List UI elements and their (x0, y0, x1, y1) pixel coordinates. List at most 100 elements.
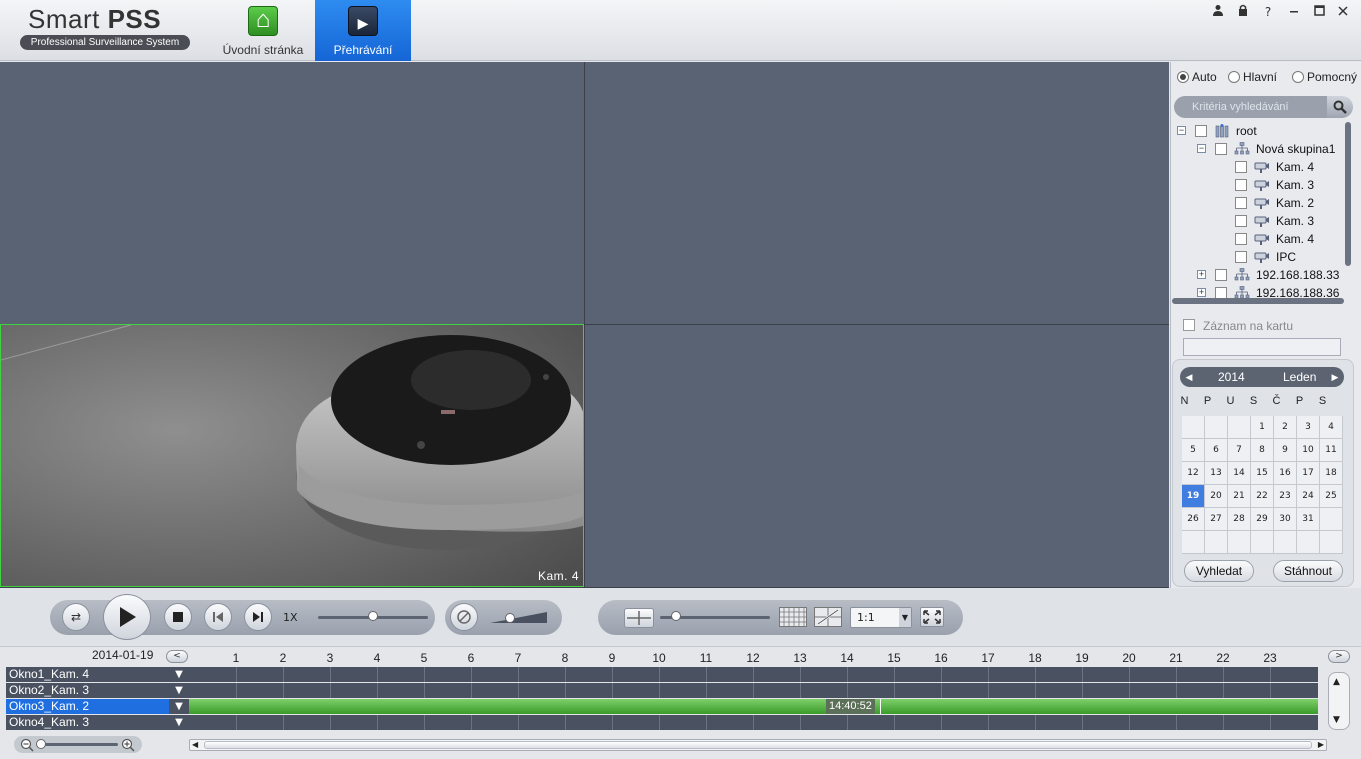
timeline-cursor[interactable] (880, 699, 881, 714)
tree-node[interactable]: +192.168.188.33 (1172, 266, 1344, 284)
tree-node[interactable]: +192.168.188.36 (1172, 284, 1344, 298)
next-month-icon[interactable]: ▶ (1328, 367, 1342, 387)
calendar-day[interactable]: 24 (1297, 485, 1320, 508)
calendar-day[interactable]: 3 (1297, 416, 1320, 439)
volume-slider[interactable] (490, 610, 548, 627)
play-button[interactable] (103, 594, 151, 640)
maximize-icon[interactable] (1308, 4, 1330, 20)
zoom-out-icon[interactable] (20, 738, 34, 755)
sync-play-icon[interactable]: ⇄ (62, 603, 90, 631)
timeline-track[interactable] (189, 715, 1318, 730)
video-pane-4[interactable] (585, 325, 1169, 587)
timeline-prev-icon[interactable]: < (166, 650, 188, 663)
minimize-icon[interactable] (1283, 4, 1305, 20)
calendar-day[interactable]: 15 (1251, 462, 1274, 485)
tree-horizontal-scrollbar[interactable] (1172, 298, 1344, 304)
tree-checkbox[interactable] (1235, 161, 1247, 173)
calendar-day[interactable]: 8 (1251, 439, 1274, 462)
chevron-down-icon[interactable]: ▼ (169, 699, 189, 714)
speed-slider-knob[interactable] (368, 611, 378, 621)
calendar-day[interactable]: 14 (1228, 462, 1251, 485)
stream-auto-radio[interactable]: Auto (1177, 70, 1217, 84)
calendar-day[interactable]: 27 (1205, 508, 1228, 531)
chevron-down-icon[interactable]: ▼ (169, 667, 189, 682)
calendar-day[interactable]: 9 (1274, 439, 1297, 462)
timeline-channel-label[interactable]: Okno1_Kam. 4 (6, 667, 169, 682)
calendar-day[interactable]: 29 (1251, 508, 1274, 531)
chevron-down-icon[interactable]: ▼ (169, 683, 189, 698)
timeline-zoom-knob[interactable] (36, 739, 46, 749)
grid-layout-icon[interactable] (779, 607, 807, 630)
step-forward-icon[interactable] (244, 603, 272, 631)
timeline-vertical-scrollbar[interactable]: ▲ ▼ (1328, 672, 1350, 730)
step-back-icon[interactable] (204, 603, 232, 631)
calendar-day[interactable]: 12 (1182, 462, 1205, 485)
recording-bar[interactable] (189, 699, 1318, 714)
calendar-day[interactable]: 26 (1182, 508, 1205, 531)
calendar-day[interactable]: 1 (1251, 416, 1274, 439)
calendar-day[interactable]: 21 (1228, 485, 1251, 508)
mute-icon[interactable] (450, 603, 478, 631)
prev-month-icon[interactable]: ◀ (1182, 367, 1196, 387)
tab-home[interactable]: Úvodní stránka (215, 0, 311, 61)
tree-checkbox[interactable] (1235, 179, 1247, 191)
tree-node[interactable]: Kam. 4 (1172, 158, 1344, 176)
calendar-day[interactable]: 17 (1297, 462, 1320, 485)
calendar-day[interactable]: 11 (1320, 439, 1343, 462)
tree-node[interactable]: − Nová skupina1 (1172, 140, 1344, 158)
user-icon[interactable] (1207, 4, 1229, 20)
scroll-right-icon[interactable]: ▶ (1318, 740, 1324, 750)
aspect-ratio-select[interactable]: 1:1 ▼ (850, 607, 912, 628)
tree-checkbox[interactable] (1235, 215, 1247, 227)
device-tree[interactable]: − root − Nová skupina1 Kam. 4 Kam. 3 Kam. 2 Kam… (1172, 122, 1344, 298)
collapse-icon[interactable]: − (1177, 126, 1186, 135)
search-icon[interactable] (1327, 96, 1353, 118)
tree-node[interactable]: Kam. 3 (1172, 176, 1344, 194)
tree-checkbox[interactable] (1235, 233, 1247, 245)
timeline-next-icon[interactable]: > (1328, 650, 1350, 663)
tree-vertical-scrollbar[interactable] (1345, 122, 1351, 266)
chevron-down-icon[interactable]: ▼ (169, 715, 189, 730)
help-icon[interactable]: ? (1257, 4, 1279, 20)
timeline-track[interactable] (189, 683, 1318, 698)
tree-node[interactable]: Kam. 3 (1172, 212, 1344, 230)
tree-checkbox[interactable] (1235, 251, 1247, 263)
volume-knob[interactable] (505, 613, 515, 623)
calendar-day[interactable]: 4 (1320, 416, 1343, 439)
timeline-track[interactable] (189, 667, 1318, 682)
fullscreen-icon[interactable] (920, 607, 944, 627)
collapse-icon[interactable]: − (1197, 144, 1206, 153)
zoom-in-icon[interactable] (121, 738, 135, 755)
calendar-day[interactable]: 10 (1297, 439, 1320, 462)
custom-layout-icon[interactable] (814, 607, 842, 630)
download-button[interactable]: Stáhnout (1273, 560, 1343, 582)
calendar-day[interactable]: 5 (1182, 439, 1205, 462)
timeline-zoom-slider[interactable] (38, 743, 118, 746)
tab-playback[interactable]: Přehrávání (315, 0, 411, 61)
lock-icon[interactable] (1232, 4, 1254, 20)
stream-main-radio[interactable]: Hlavní (1228, 70, 1277, 84)
close-icon[interactable] (1332, 4, 1354, 20)
calendar-day[interactable]: 20 (1205, 485, 1228, 508)
timeline-channel-label[interactable]: Okno2_Kam. 3 (6, 683, 169, 698)
scroll-up-icon[interactable]: ▲ (1333, 677, 1340, 687)
calendar-day[interactable]: 7 (1228, 439, 1251, 462)
scroll-thumb[interactable] (204, 741, 1312, 749)
expand-icon[interactable]: + (1197, 288, 1206, 297)
timeline-channel-label[interactable]: Okno4_Kam. 3 (6, 715, 169, 730)
stop-icon[interactable] (164, 603, 192, 631)
calendar-day[interactable]: 16 (1274, 462, 1297, 485)
calendar-day[interactable]: 23 (1274, 485, 1297, 508)
tree-checkbox[interactable] (1235, 197, 1247, 209)
calendar-day[interactable]: 6 (1205, 439, 1228, 462)
calendar-day[interactable]: 31 (1297, 508, 1320, 531)
video-pane-1[interactable] (0, 62, 584, 324)
tree-node[interactable]: IPC (1172, 248, 1344, 266)
video-pane-3[interactable]: Kam. 4 (0, 324, 584, 587)
tree-node[interactable]: − root (1172, 122, 1344, 140)
calendar-day[interactable]: 2 (1274, 416, 1297, 439)
timeline-channel-label[interactable]: Okno3_Kam. 2 (6, 699, 169, 714)
card-input-field[interactable] (1183, 338, 1341, 356)
zoom-slider-knob[interactable] (671, 611, 681, 621)
calendar-day[interactable]: 30 (1274, 508, 1297, 531)
